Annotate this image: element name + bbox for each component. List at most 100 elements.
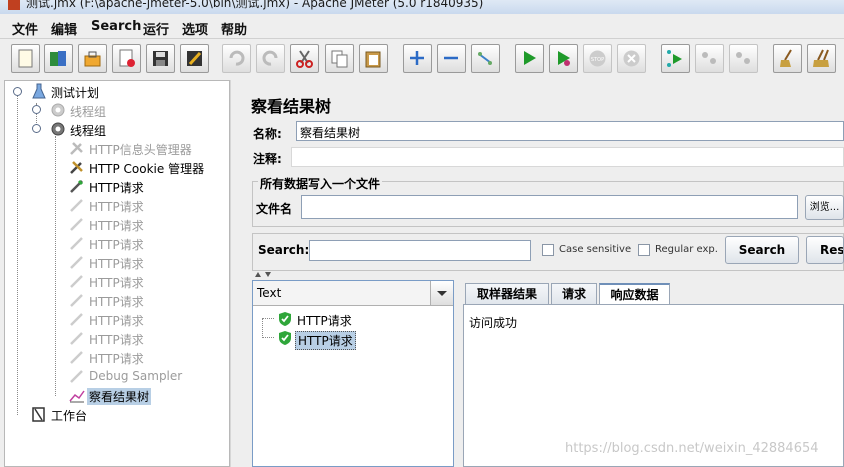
chevron-down-icon (437, 291, 447, 296)
tree-toggle[interactable] (32, 105, 41, 114)
pipette-icon (70, 294, 83, 307)
toggle-icon (478, 52, 492, 65)
save-button[interactable] (146, 44, 175, 73)
split-pane-divider[interactable] (230, 80, 241, 467)
tree-label: HTTP请求 (89, 352, 144, 366)
remote-shutdown-all-button[interactable] (729, 44, 758, 73)
gear-icon (51, 122, 65, 136)
response-text: 访问成功 (469, 316, 518, 330)
menu-run[interactable]: 运行 (143, 19, 169, 38)
gear-icon (51, 103, 65, 117)
remote-shutdown-icon (736, 52, 750, 64)
toolbar: STOP (0, 39, 844, 80)
tree-line (262, 318, 274, 319)
wrench-icon (70, 161, 83, 174)
dropdown-arrow[interactable] (430, 281, 453, 305)
cut-button[interactable] (290, 44, 319, 73)
new-button[interactable] (11, 44, 40, 73)
tab-response-data[interactable]: 响应数据 (599, 283, 670, 304)
result-tree-panel: 察看结果树 名称: 察看结果树 注释: 所有数据写入一个文件 文件名 浏览...… (241, 80, 844, 467)
templates-button[interactable] (44, 44, 73, 73)
open-button[interactable] (78, 44, 107, 73)
tree-line (55, 136, 56, 396)
filename-field[interactable] (301, 195, 798, 219)
pipette-icon (70, 275, 83, 288)
remote-stop-icon (702, 52, 716, 64)
redo-icon (262, 50, 278, 66)
menu-options[interactable]: 选项 (182, 19, 208, 38)
clear-all-button[interactable] (807, 44, 836, 73)
tab-request[interactable]: 请求 (551, 283, 597, 304)
cut-icon (296, 50, 313, 68)
renderer-value: Text (257, 286, 282, 300)
case-sensitive-checkbox[interactable] (542, 244, 554, 256)
search-button[interactable]: Search (725, 236, 799, 264)
pipette-icon (70, 313, 83, 326)
pipette-icon (70, 199, 83, 212)
renderer-select[interactable]: Text (253, 281, 453, 306)
play-no-pause-icon (558, 51, 570, 66)
tree-label: HTTP请求 (89, 200, 144, 214)
workbench-icon (32, 407, 45, 422)
collapse-all-button[interactable] (437, 44, 466, 73)
browse-button[interactable]: 浏览... (805, 195, 844, 220)
tree-label: HTTP请求 (89, 333, 144, 347)
undo-icon (229, 50, 245, 66)
tree-label: HTTP请求 (89, 276, 144, 290)
filename-label: 文件名 (256, 202, 293, 216)
save-icon (153, 51, 168, 66)
redo-button[interactable] (256, 44, 285, 73)
paste-icon (365, 51, 381, 68)
tree-label: Debug Sampler (89, 369, 183, 383)
watermark: https://blog.csdn.net/weixin_42884654 (565, 441, 819, 456)
menu-bar: 文件 编辑 Search 运行 选项 帮助 (0, 14, 844, 39)
tree-toggle[interactable] (32, 124, 41, 133)
shutdown-button[interactable] (617, 44, 646, 73)
stop-button[interactable]: STOP (583, 44, 612, 73)
clear-button[interactable] (773, 44, 802, 73)
toggle-button[interactable] (471, 44, 500, 73)
wrench-icon (70, 142, 83, 155)
name-field[interactable]: 察看结果树 (296, 121, 844, 141)
open-icon (84, 51, 101, 67)
remote-start-all-button[interactable] (661, 44, 690, 73)
sample-detail-pane: 取样器结果 请求 响应数据 访问成功 (461, 280, 844, 467)
comment-field[interactable] (291, 147, 844, 167)
copy-icon (331, 50, 348, 68)
pipette-icon (70, 179, 84, 193)
new-icon (18, 49, 33, 68)
tree-label: 察看结果树 (87, 388, 152, 405)
broom-icon (780, 49, 792, 67)
save-as-button[interactable] (180, 44, 209, 73)
save-as-icon (187, 51, 202, 66)
regex-checkbox[interactable] (638, 244, 650, 256)
close-button[interactable] (112, 44, 141, 73)
close-file-icon (119, 49, 135, 67)
menu-file[interactable]: 文件 (12, 19, 38, 38)
reset-button[interactable]: Reset (806, 236, 844, 264)
tree-toggle[interactable] (13, 87, 22, 96)
tab-sampler-result[interactable]: 取样器结果 (465, 283, 549, 304)
tree-label: 线程组 (70, 124, 107, 138)
tree-label: HTTP请求 (89, 181, 144, 195)
copy-button[interactable] (325, 44, 354, 73)
search-input[interactable] (309, 240, 531, 261)
split-arrows-icon[interactable] (254, 270, 276, 278)
minus-icon (444, 56, 458, 60)
expand-all-button[interactable] (403, 44, 432, 73)
success-shield-icon (279, 331, 291, 345)
undo-button[interactable] (222, 44, 251, 73)
flask-icon (32, 83, 46, 99)
tree-label: HTTP信息头管理器 (89, 143, 192, 157)
tree-label: 线程组 (70, 105, 107, 119)
start-button[interactable] (515, 44, 544, 73)
paste-button[interactable] (359, 44, 388, 73)
menu-help[interactable]: 帮助 (221, 19, 247, 38)
result-sample-label: HTTP请求 (295, 331, 356, 350)
menu-edit[interactable]: 编辑 (51, 19, 77, 38)
start-no-pauses-button[interactable] (549, 44, 578, 73)
pipette-icon (70, 237, 83, 250)
remote-stop-all-button[interactable] (695, 44, 724, 73)
success-shield-icon (279, 312, 291, 326)
menu-search[interactable]: Search (91, 19, 141, 34)
